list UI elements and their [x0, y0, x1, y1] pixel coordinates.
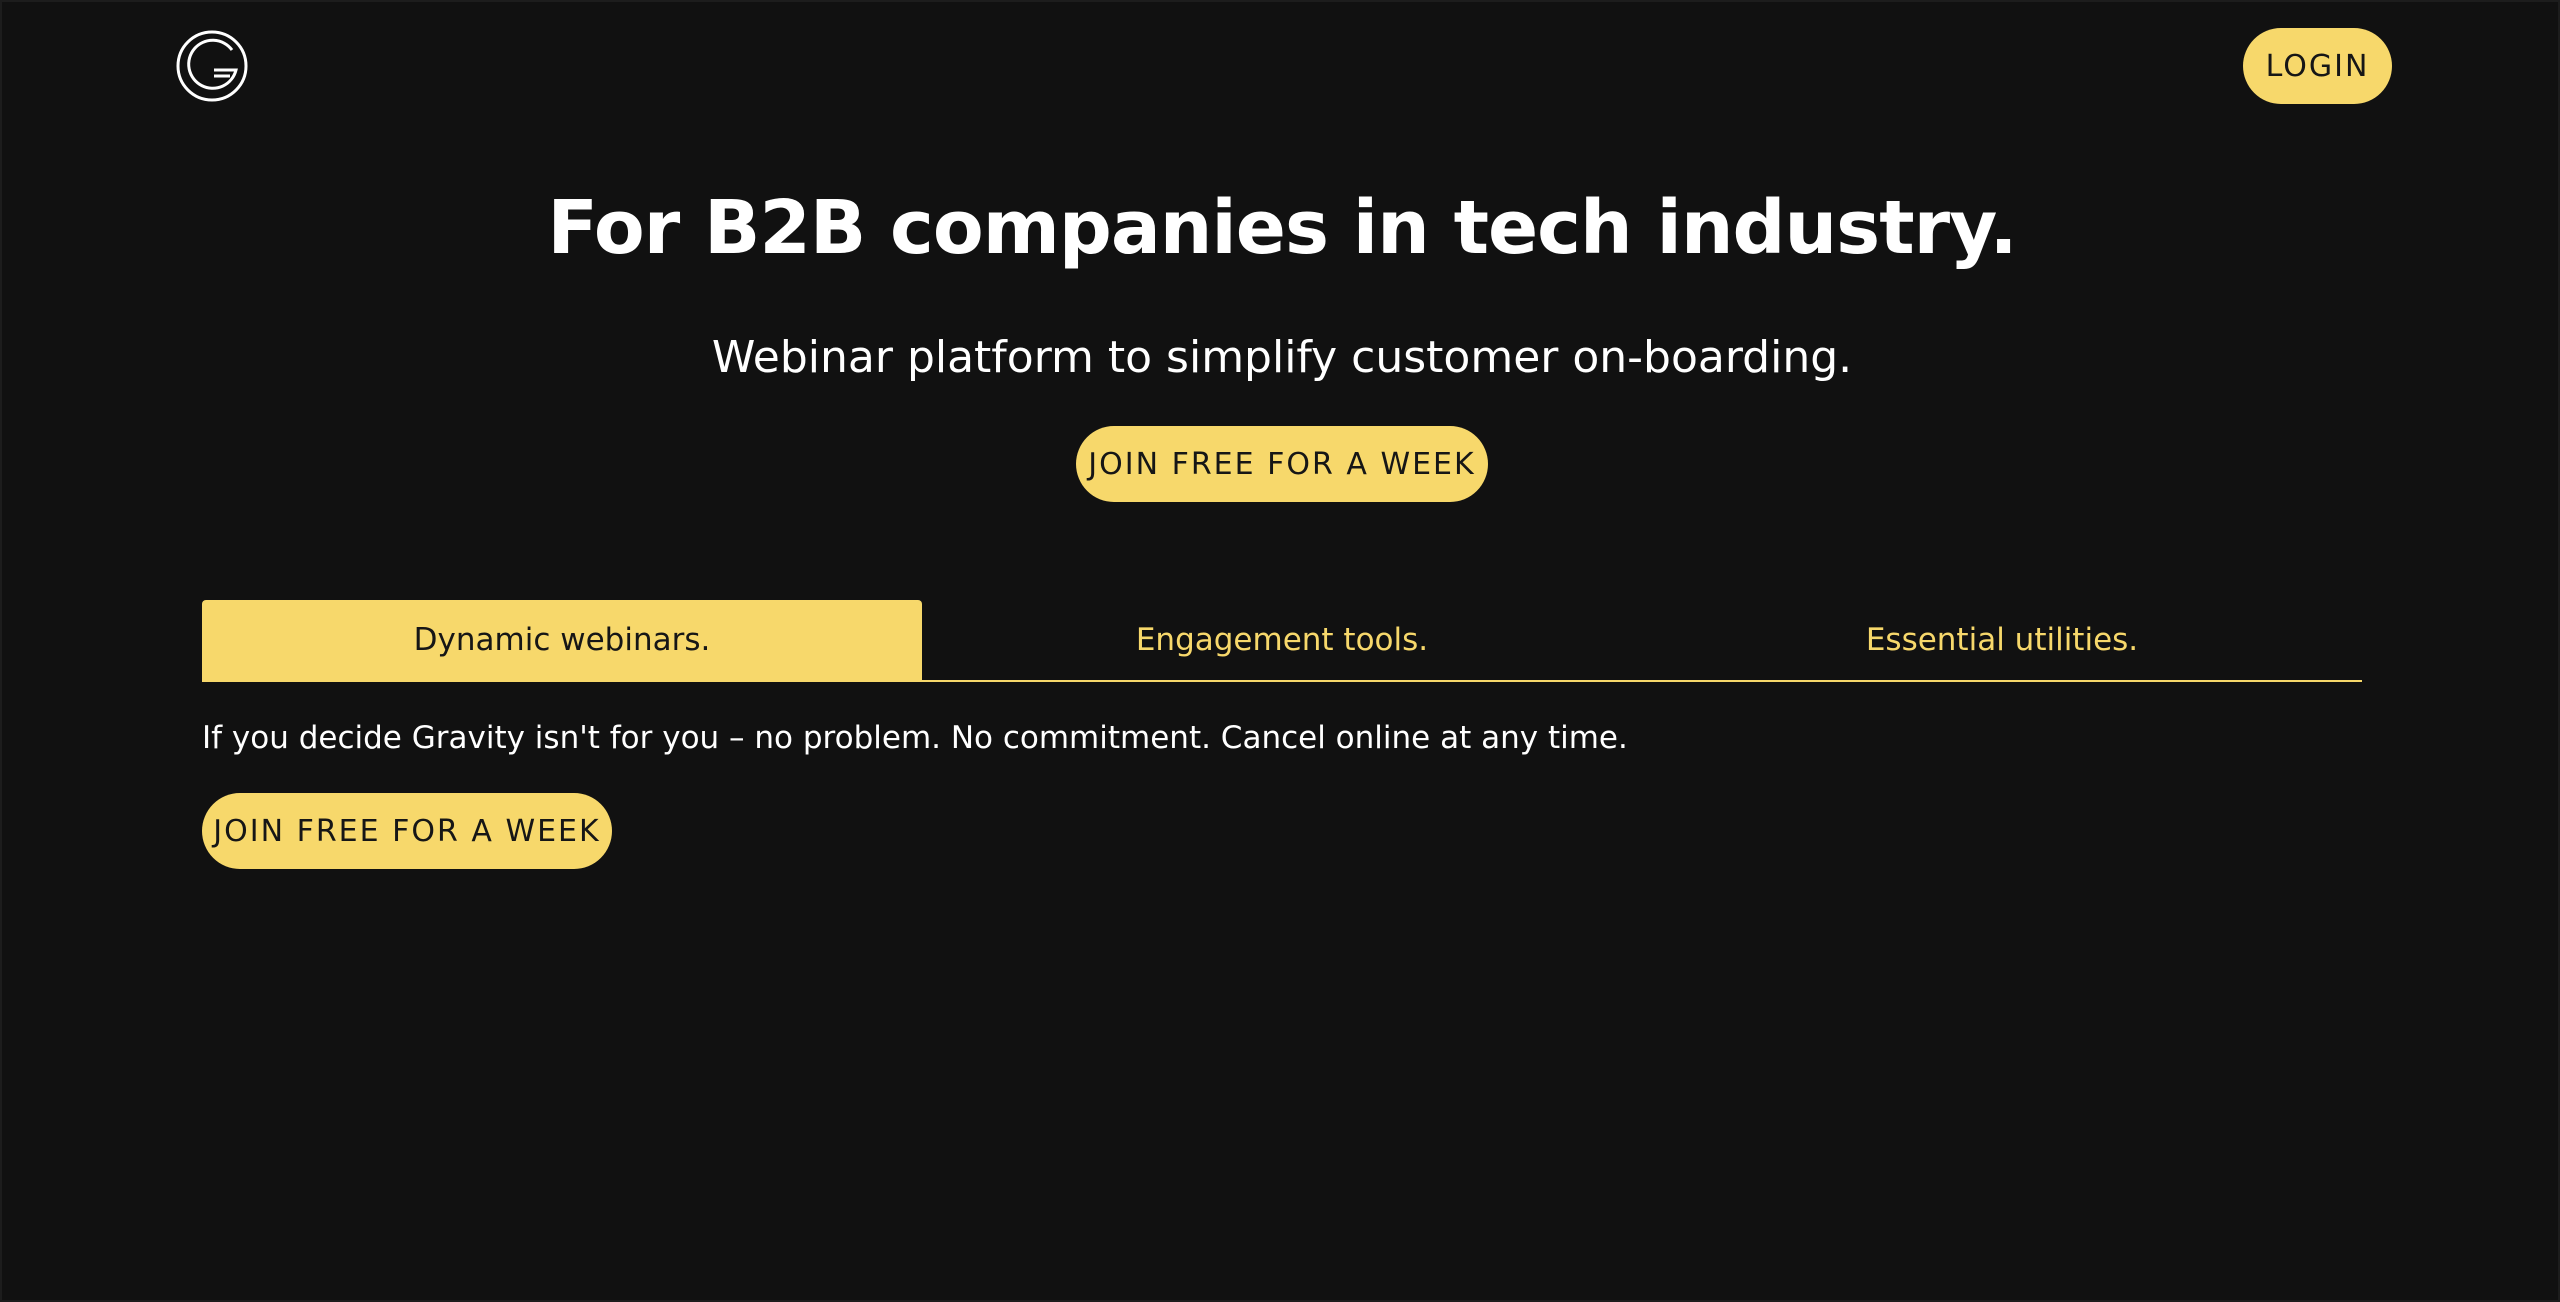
hero-subtitle: Webinar platform to simplify customer on…: [711, 332, 1853, 383]
tab-essential-utilities[interactable]: Essential utilities.: [1642, 600, 2362, 680]
landing-page: LOGIN For B2B companies in tech industry…: [0, 0, 2560, 1302]
hero-title: For B2B companies in tech industry.: [547, 185, 2017, 271]
join-free-button-secondary[interactable]: JOIN FREE FOR A WEEK: [202, 793, 612, 869]
gravity-logo-icon[interactable]: [174, 26, 250, 106]
feature-tabs: Dynamic webinars. Engagement tools. Esse…: [202, 600, 2362, 682]
tab-dynamic-webinars[interactable]: Dynamic webinars.: [202, 600, 922, 680]
login-button[interactable]: LOGIN: [2243, 28, 2392, 104]
join-free-button[interactable]: JOIN FREE FOR A WEEK: [1076, 426, 1488, 502]
tab-engagement-tools[interactable]: Engagement tools.: [922, 600, 1642, 680]
no-commitment-note: If you decide Gravity isn't for you – no…: [202, 720, 1628, 756]
